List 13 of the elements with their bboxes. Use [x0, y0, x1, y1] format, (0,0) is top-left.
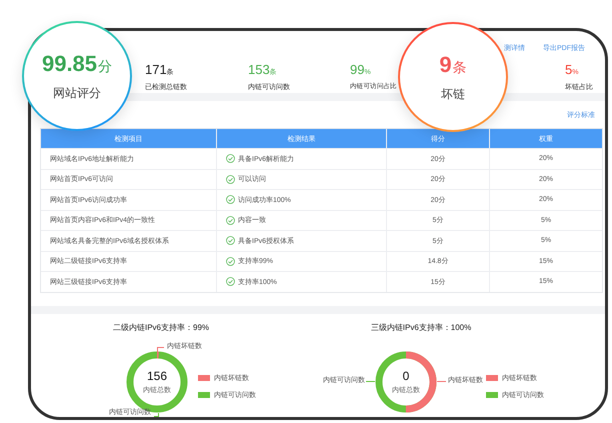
donut-chart-drawing: [375, 351, 437, 413]
badge-label: 坏链: [441, 86, 465, 102]
total-count: 156: [146, 369, 168, 383]
chart-title: 三级内链IPv6支持率：100%: [370, 322, 472, 333]
score-value: 99.85分: [42, 50, 112, 76]
badge-label: 网站评分: [53, 84, 101, 102]
total-count: 0: [402, 369, 410, 383]
leader-line: [154, 413, 159, 417]
leader-line: [437, 381, 446, 382]
leader-line: [157, 347, 164, 352]
broken-count: 9条: [439, 52, 467, 78]
chart-title: 二级内链IPv6支持率：99%: [112, 322, 210, 333]
leader-line: [366, 381, 375, 382]
